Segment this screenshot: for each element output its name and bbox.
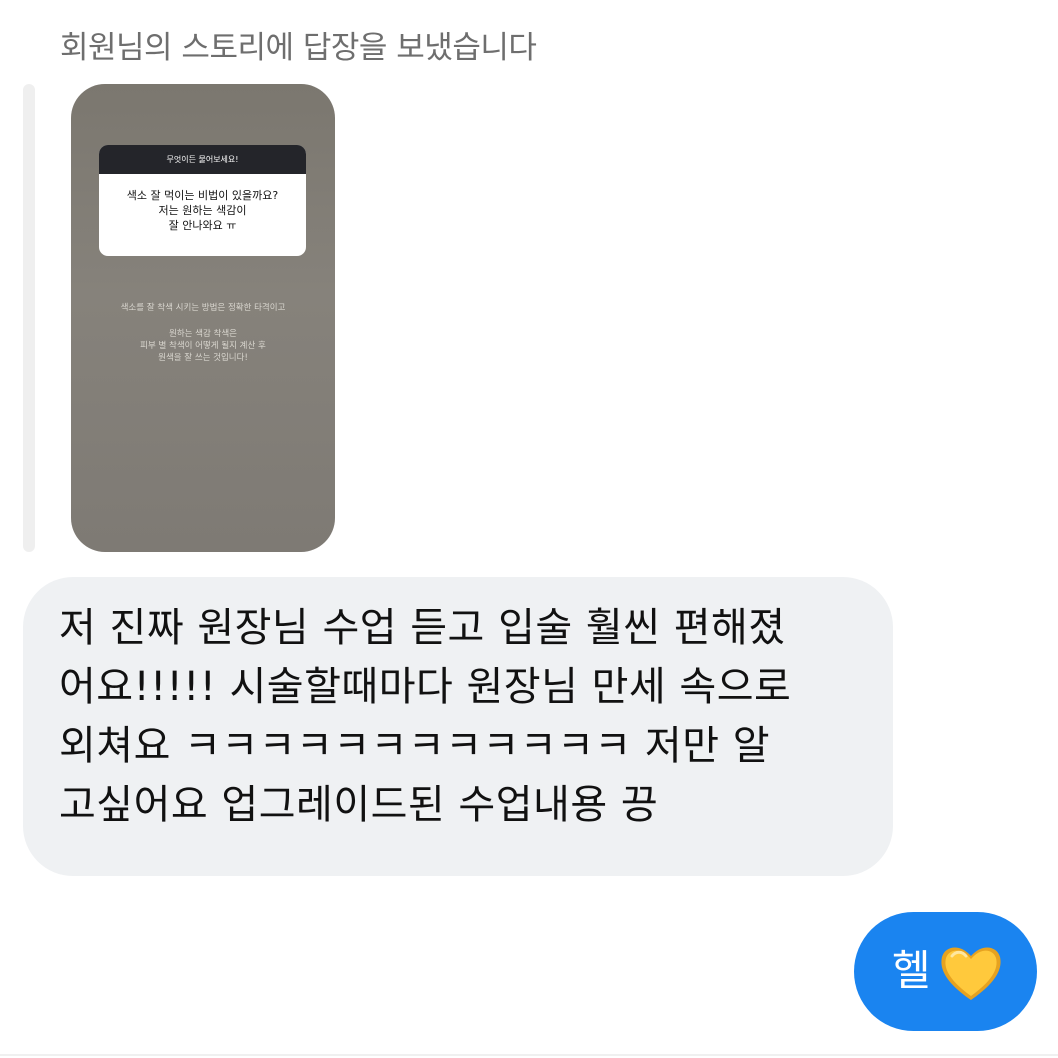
question-sticker: 무엇이든 물어보세요! 색소 잘 먹이는 비법이 있을까요? 저는 원하는 색감… [99, 145, 306, 256]
story-preview-thumbnail[interactable]: 무엇이든 물어보세요! 색소 잘 먹이는 비법이 있을까요? 저는 원하는 색감… [71, 84, 335, 552]
story-reply-label: 회원님의 스토리에 답장을 보냈습니다 [60, 30, 537, 66]
question-line: 색소 잘 먹이는 비법이 있을까요? [126, 189, 279, 202]
question-sticker-header: 무엇이든 물어보세요! [99, 145, 306, 174]
yellow-heart-icon [941, 947, 1001, 1000]
answer-line: 피부 별 착색이 어떻게 될지 계산 후 [140, 341, 266, 351]
message-line: 어요!!!!! 시술할때마다 원장님 만세 속으로 [59, 664, 792, 710]
question-line: 저는 원하는 색감이 [158, 204, 247, 217]
sent-message-text: 헬 [892, 946, 931, 995]
answer-line: 색소를 잘 착색 시키는 방법은 정확한 타격이고 [120, 303, 286, 313]
divider [0, 1054, 1058, 1056]
sent-message-bubble[interactable]: 헬 [854, 912, 1037, 1031]
answer-line: 원하는 색감 착색은 [169, 329, 237, 339]
answer-line: 원색을 잘 쓰는 것입니다! [158, 353, 248, 363]
received-message-bubble[interactable]: 저 진짜 원장님 수업 듣고 입술 훨씬 편해졌 어요!!!!! 시술할때마다 … [23, 577, 893, 876]
message-line: 고싶어요 업그레이드된 수업내용 끙 [59, 782, 659, 828]
dm-conversation: 회원님의 스토리에 답장을 보냈습니다 무엇이든 물어보세요! 색소 잘 먹이는… [0, 0, 1058, 1058]
message-line: 저 진짜 원장님 수업 듣고 입술 훨씬 편해졌 [59, 605, 786, 651]
story-answer-text: 색소를 잘 착색 시키는 방법은 정확한 타격이고 원하는 색감 착색은 피부 … [71, 302, 335, 364]
message-line: 외쳐요 ㅋㅋㅋㅋㅋㅋㅋㅋㅋㅋㅋㅋ 저만 알 [59, 723, 771, 769]
question-sticker-text: 색소 잘 먹이는 비법이 있을까요? 저는 원하는 색감이 잘 안나와요 ㅠ [99, 174, 306, 233]
reply-quote-bar [23, 84, 35, 552]
question-line: 잘 안나와요 ㅠ [168, 219, 237, 232]
